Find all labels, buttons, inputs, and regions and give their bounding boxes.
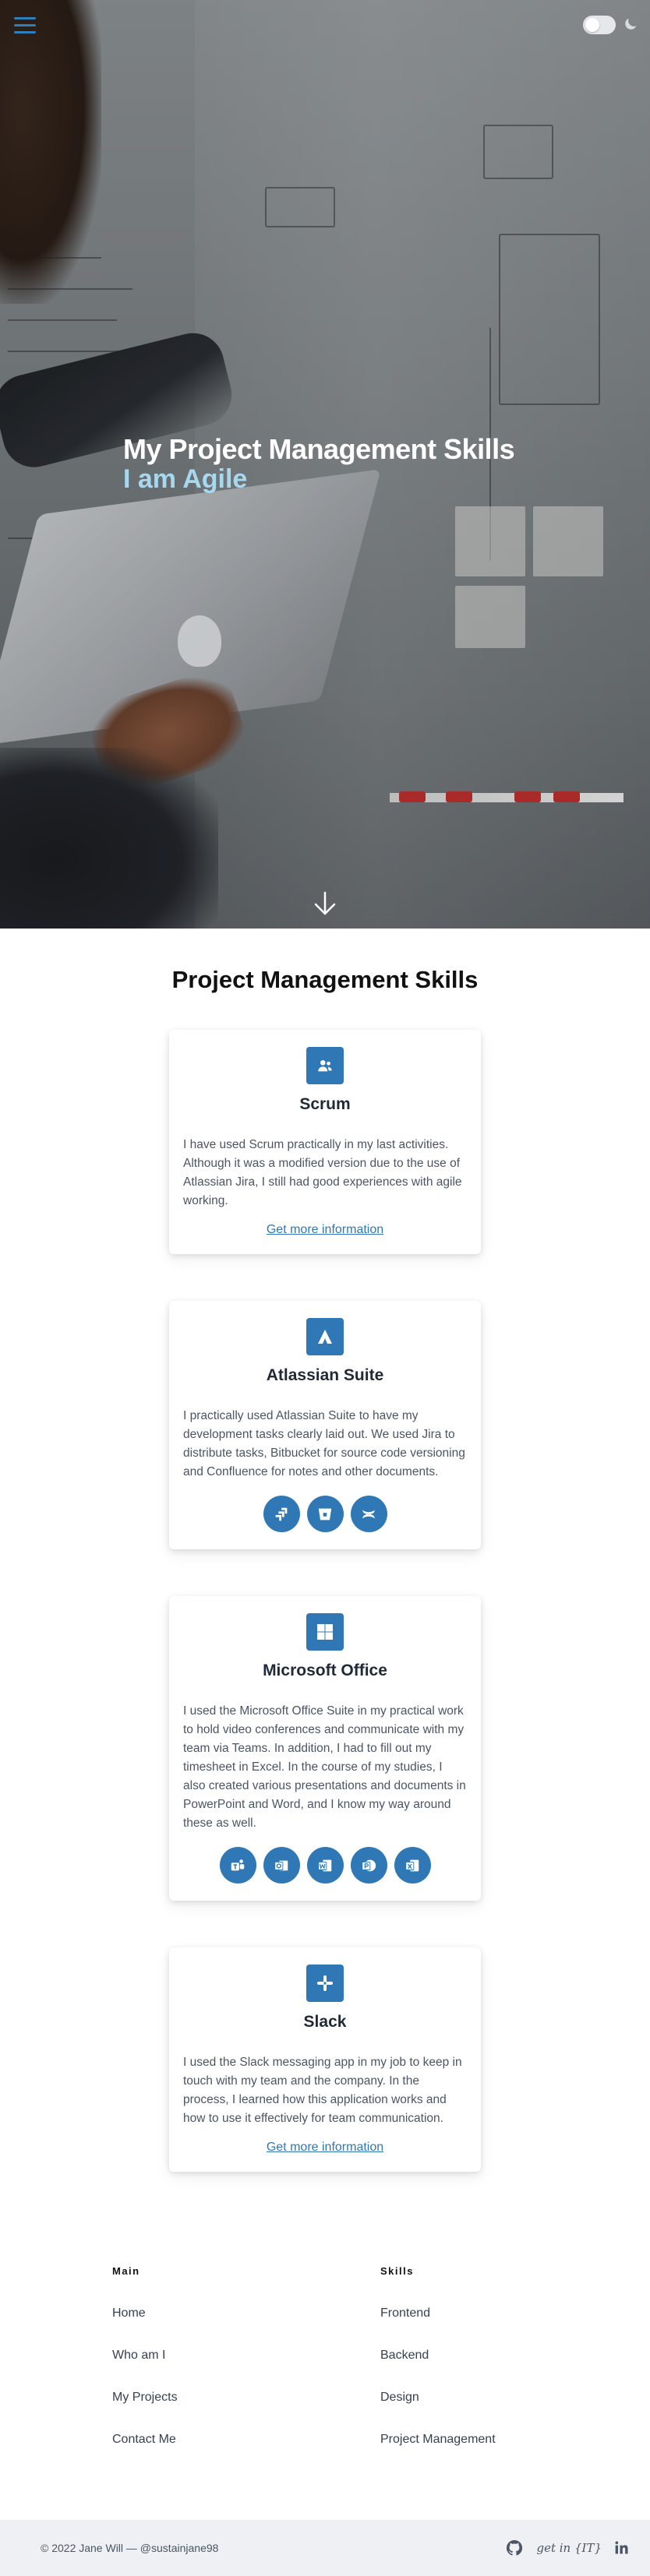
footer-link-frontend[interactable]: Frontend xyxy=(380,2306,648,2321)
footer-link-my-projects[interactable]: My Projects xyxy=(112,2391,380,2405)
teams-icon[interactable] xyxy=(219,1847,256,1884)
hero-section: My Project Management Skills I am Agile xyxy=(0,0,650,929)
github-icon[interactable] xyxy=(505,2539,524,2557)
tool-icons xyxy=(183,1496,467,1532)
excel-icon[interactable] xyxy=(394,1847,431,1884)
footer-link-home[interactable]: Home xyxy=(112,2306,380,2321)
footer-heading: Skills xyxy=(380,2265,414,2277)
skill-card-scrum: Scrum I have used Scrum practically in m… xyxy=(169,1030,481,1254)
tool-icons xyxy=(183,1847,467,1884)
skills-section: Project Management Skills Scrum I have u… xyxy=(0,929,650,2250)
card-text: I have used Scrum practically in my last… xyxy=(183,1138,462,1207)
toggle-knob xyxy=(585,18,599,32)
footer-column-main: Main Home Who am I My Projects Contact M… xyxy=(112,2265,380,2475)
confluence-icon[interactable] xyxy=(350,1496,387,1532)
copyright: © 2022 Jane Will — @sustainjane98 xyxy=(41,2542,219,2554)
footer-column-skills: Skills Frontend Backend Design Project M… xyxy=(380,2265,648,2475)
hamburger-icon xyxy=(14,17,36,19)
moon-icon xyxy=(625,18,637,30)
card-title: Scrum xyxy=(299,1095,351,1113)
word-icon[interactable] xyxy=(306,1847,344,1884)
users-icon xyxy=(306,1047,344,1084)
atlassian-icon xyxy=(306,1318,344,1355)
skill-card-microsoft-office: Microsoft Office I used the Microsoft Of… xyxy=(169,1596,481,1901)
getin-logo[interactable]: get in {IT} xyxy=(536,2541,602,2555)
hamburger-icon xyxy=(14,31,36,33)
card-title: Slack xyxy=(303,2013,347,2031)
hamburger-icon xyxy=(14,24,36,26)
card-text: I used the Slack messaging app in my job… xyxy=(183,2056,462,2125)
slack-icon xyxy=(306,1965,344,2002)
skill-card-slack: Slack I used the Slack messaging app in … xyxy=(169,1947,481,2172)
hero-title: My Project Management Skills xyxy=(123,433,515,465)
social-links: get in {IT} xyxy=(505,2539,630,2557)
skill-card-atlassian: Atlassian Suite I practically used Atlas… xyxy=(169,1301,481,1549)
card-text: I practically used Atlassian Suite to ha… xyxy=(183,1409,465,1478)
footer-links: Main Home Who am I My Projects Contact M… xyxy=(0,2250,650,2520)
bitbucket-icon[interactable] xyxy=(306,1496,344,1532)
menu-button[interactable] xyxy=(14,17,36,34)
footer-link-project-management[interactable]: Project Management xyxy=(380,2433,648,2447)
theme-toggle[interactable] xyxy=(583,16,616,34)
outlook-icon[interactable] xyxy=(263,1847,300,1884)
footer-link-contact-me[interactable]: Contact Me xyxy=(112,2433,380,2447)
linkedin-icon[interactable] xyxy=(614,2540,630,2556)
hero-subtitle: I am Agile xyxy=(123,464,248,494)
get-more-info-link[interactable]: Get more information xyxy=(267,1223,383,1237)
windows-icon xyxy=(306,1613,344,1651)
section-title: Project Management Skills xyxy=(171,966,479,993)
card-title: Atlassian Suite xyxy=(266,1366,384,1384)
card-text: I used the Microsoft Office Suite in my … xyxy=(183,1704,466,1830)
powerpoint-icon[interactable] xyxy=(350,1847,387,1884)
get-more-info-link[interactable]: Get more information xyxy=(267,2141,383,2155)
footer: Main Home Who am I My Projects Contact M… xyxy=(0,2250,650,2576)
card-title: Microsoft Office xyxy=(263,1662,387,1679)
footer-heading: Main xyxy=(112,2265,140,2277)
jira-icon[interactable] xyxy=(263,1496,300,1532)
footer-link-who-am-i[interactable]: Who am I xyxy=(112,2349,380,2363)
footer-bar: © 2022 Jane Will — @sustainjane98 get in… xyxy=(0,2520,650,2576)
footer-link-design[interactable]: Design xyxy=(380,2391,648,2405)
footer-link-backend[interactable]: Backend xyxy=(380,2349,648,2363)
arrow-down-icon[interactable] xyxy=(311,890,339,918)
